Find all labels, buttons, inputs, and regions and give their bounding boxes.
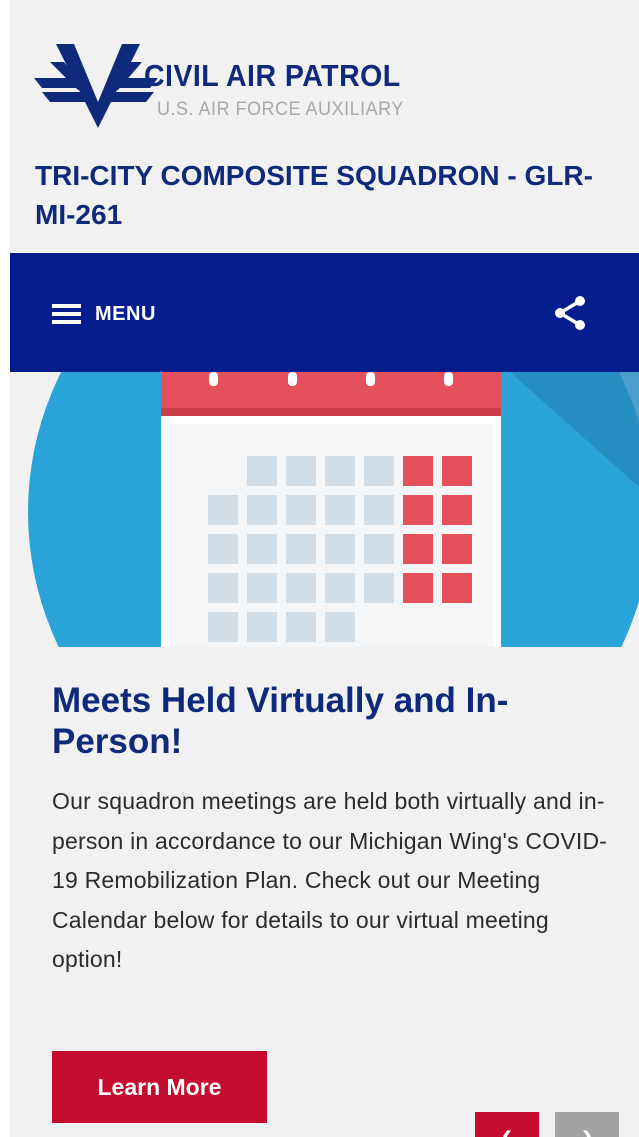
logo-title: CIVIL AIR PATROL — [144, 58, 401, 93]
nav-bar: MENU — [10, 253, 639, 372]
chevron-left-icon: ‹ — [502, 1118, 512, 1137]
chevron-right-icon: › — [582, 1118, 592, 1137]
slide-image — [10, 372, 639, 647]
carousel-prev-button[interactable]: ‹ — [475, 1112, 539, 1137]
menu-button[interactable]: MENU — [52, 299, 156, 329]
hamburger-icon — [52, 302, 81, 326]
calendar-icon — [28, 372, 639, 647]
learn-more-button[interactable]: Learn More — [52, 1051, 267, 1123]
slide-body: Our squadron meetings are held both virt… — [52, 788, 608, 972]
share-icon[interactable] — [550, 293, 590, 333]
page: CIVIL AIR PATROL U.S. AIR FORCE AUXILIAR… — [10, 0, 639, 1137]
logo-subtitle: U.S. AIR FORCE AUXILIARY — [157, 99, 404, 120]
menu-label: MENU — [95, 302, 156, 325]
carousel-next-button[interactable]: › — [555, 1112, 619, 1137]
unit-title[interactable]: TRI-CITY COMPOSITE SQUADRON - GLR-MI-261 — [35, 156, 625, 234]
slide-headline: Meets Held Virtually and In-Person! — [52, 681, 509, 761]
